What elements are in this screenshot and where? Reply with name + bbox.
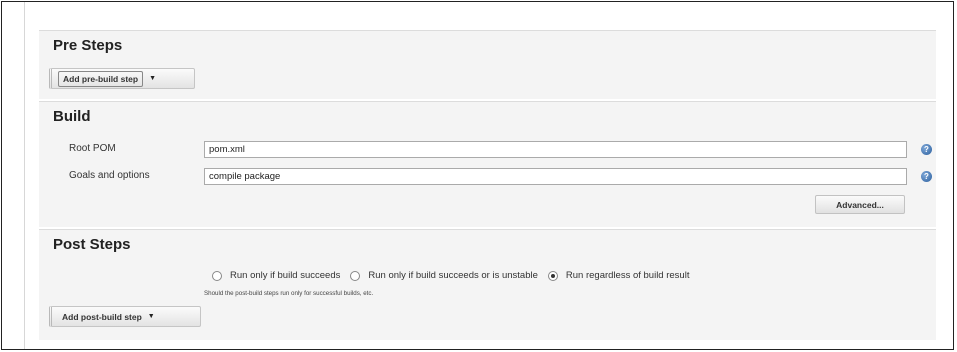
build-section: Build Root POM pom.xml ? Goals and optio… xyxy=(39,101,936,227)
build-title: Build xyxy=(53,108,91,125)
help-icon[interactable]: ? xyxy=(921,171,932,182)
post-steps-section: Post Steps Run only if build succeeds Ru… xyxy=(39,229,936,340)
post-steps-radio-group: Run only if build succeeds Run only if b… xyxy=(212,270,699,281)
goals-options-input[interactable]: compile package xyxy=(204,168,907,185)
radio-run-if-succeeds-or-unstable-label: Run only if build succeeds or is unstabl… xyxy=(368,270,538,281)
chevron-down-icon: ▼ xyxy=(147,313,155,320)
root-pom-label: Root POM xyxy=(69,143,116,154)
pre-steps-section: Pre Steps Add pre-build step ▼ xyxy=(39,30,936,99)
post-steps-title: Post Steps xyxy=(53,236,131,253)
help-icon[interactable]: ? xyxy=(921,144,932,155)
pre-steps-title: Pre Steps xyxy=(53,37,123,54)
radio-run-if-succeeds-or-unstable[interactable] xyxy=(350,270,361,281)
add-post-build-step-label: Add post-build step xyxy=(62,311,142,322)
chevron-down-icon: ▼ xyxy=(149,75,157,82)
root-pom-input[interactable]: pom.xml xyxy=(204,141,907,158)
left-divider xyxy=(24,2,25,349)
radio-run-if-succeeds-label: Run only if build succeeds xyxy=(230,270,341,281)
radio-run-if-succeeds[interactable] xyxy=(212,270,222,281)
radio-run-regardless[interactable] xyxy=(547,270,558,281)
goals-options-label: Goals and options xyxy=(69,170,150,181)
add-pre-build-step-label: Add pre-build step xyxy=(58,70,144,87)
add-pre-build-step-button[interactable]: Add pre-build step ▼ xyxy=(49,68,195,89)
add-post-build-step-button[interactable]: Add post-build step ▼ xyxy=(49,306,201,327)
config-panel: Pre Steps Add pre-build step ▼ Build Roo… xyxy=(1,1,954,350)
advanced-button[interactable]: Advanced... xyxy=(815,195,905,214)
config-content: Pre Steps Add pre-build step ▼ Build Roo… xyxy=(39,2,936,351)
radio-run-regardless-label: Run regardless of build result xyxy=(565,270,690,281)
post-steps-hint: Should the post-build steps run only for… xyxy=(204,290,374,297)
